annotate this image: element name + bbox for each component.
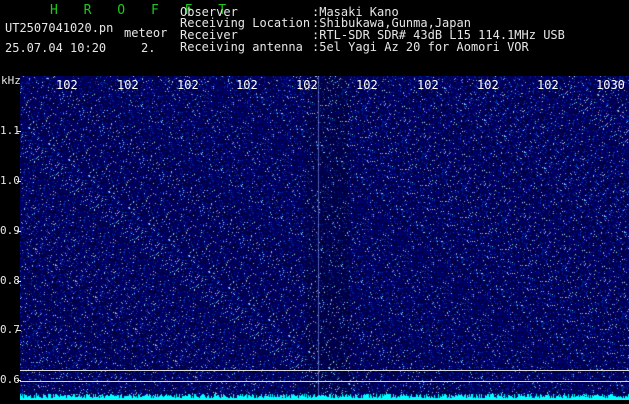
x-tick-label: 102	[356, 78, 378, 92]
y-tick-label: 0.6	[0, 373, 20, 386]
spectrogram-panel	[20, 76, 629, 400]
x-tick-label: 102	[117, 78, 139, 92]
y-tick-label: 0.9	[0, 224, 20, 237]
file-name: UT2507041020.pn	[5, 21, 114, 35]
x-tick-label: 102	[177, 78, 199, 92]
x-tick-label: 102	[537, 78, 559, 92]
x-tick-label: 1030	[596, 78, 625, 92]
timestamp: 25.07.04 10:20	[5, 41, 107, 55]
antenna-value: :5el Yagi Az 20 for Aomori VOR	[312, 40, 529, 54]
index-value: 2.	[141, 41, 156, 55]
y-tick-label: 0.7	[0, 323, 20, 336]
y-tick-mark	[17, 181, 21, 182]
guide-line	[20, 381, 629, 382]
y-tick-mark	[17, 131, 21, 132]
y-tick-mark	[17, 281, 21, 282]
y-tick-label: 1.1	[0, 124, 20, 137]
y-tick-mark	[17, 330, 21, 331]
x-tick-label: 102	[236, 78, 258, 92]
antenna-label: Receiving antenna	[180, 40, 303, 54]
y-axis-unit: kHz	[1, 74, 21, 87]
y-tick-label: 1.0	[0, 174, 20, 187]
x-tick-label: 102	[296, 78, 318, 92]
x-tick-label: 102	[477, 78, 499, 92]
x-tick-label: 102	[417, 78, 439, 92]
spectrogram-canvas	[20, 76, 629, 400]
guide-line	[20, 370, 629, 371]
y-tick-mark	[17, 231, 21, 232]
y-tick-label: 0.8	[0, 274, 20, 287]
mode-label: meteor	[124, 26, 168, 40]
x-tick-label: 102	[56, 78, 78, 92]
